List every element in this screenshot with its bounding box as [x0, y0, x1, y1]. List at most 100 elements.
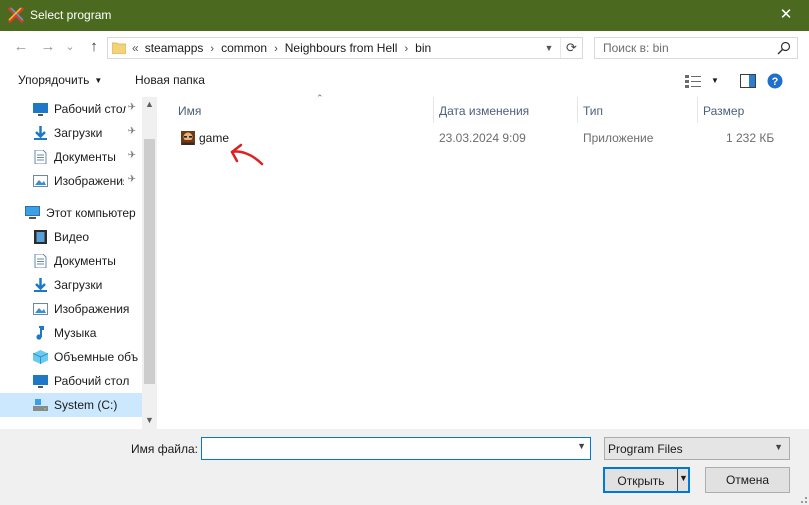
- sidebar-item-label: Загрузки: [54, 126, 103, 140]
- sidebar-item-desktop-pinned[interactable]: Рабочий стол ✈: [0, 97, 142, 121]
- chevron-down-icon: ⌄: [65, 41, 75, 53]
- title-bar: Select program ✕: [0, 0, 809, 31]
- sidebar-item-documents[interactable]: Документы: [0, 249, 142, 273]
- recent-locations-button[interactable]: ⌄: [64, 37, 76, 57]
- chevron-down-icon: ▼: [774, 442, 783, 452]
- sidebar-item-label: Документы: [54, 150, 116, 164]
- column-header-name[interactable]: Имя ⌃: [178, 93, 433, 123]
- view-dropdown-icon[interactable]: ▼: [711, 76, 719, 85]
- column-header-label: Размер: [703, 104, 745, 118]
- open-options-dropdown-icon[interactable]: ▼: [679, 473, 688, 483]
- breadcrumb-overflow[interactable]: «: [132, 41, 139, 55]
- breadcrumb-common[interactable]: common: [221, 41, 267, 55]
- sidebar-item-music[interactable]: Музыка: [0, 321, 142, 345]
- command-bar: Упорядочить ▼ Новая папка ▼ ?: [0, 64, 809, 97]
- column-header-modified[interactable]: Дата изменения: [433, 97, 577, 123]
- view-options-icon[interactable]: [685, 74, 701, 88]
- forward-button[interactable]: →: [38, 37, 58, 57]
- file-modified: 23.03.2024 9:09: [439, 131, 526, 145]
- sidebar-item-label: Объемные объ: [54, 350, 139, 364]
- help-icon[interactable]: ?: [767, 73, 783, 89]
- sidebar-scrollbar[interactable]: ▲ ▼: [142, 97, 157, 429]
- search-input[interactable]: [603, 41, 773, 55]
- sidebar-item-label: Изображения: [54, 174, 124, 188]
- file-type-filter-value: Program Files: [608, 442, 683, 456]
- sort-ascending-icon: ⌃: [316, 93, 324, 103]
- breadcrumb: « steamapps › common › Neighbours from Hell › b…: [132, 41, 431, 55]
- sidebar-item-video[interactable]: Видео: [0, 225, 142, 249]
- sidebar-item-label: Изображения: [54, 302, 130, 316]
- 3d-objects-icon: [33, 350, 48, 364]
- column-header-type[interactable]: Тип: [577, 97, 697, 123]
- sidebar-item-desktop[interactable]: Рабочий стол: [0, 369, 142, 393]
- sidebar-item-label: Рабочий стол: [54, 374, 130, 388]
- sidebar-item-system-drive[interactable]: System (C:): [0, 393, 142, 417]
- sidebar-item-label: Музыка: [54, 326, 97, 340]
- sidebar-item-3d-objects[interactable]: Объемные объ: [0, 345, 142, 369]
- preview-pane-icon[interactable]: [740, 74, 756, 88]
- navigation-pane: Рабочий стол ✈ Загрузки ✈ Документы ✈ Из…: [0, 97, 157, 429]
- sidebar-item-pictures-pinned[interactable]: Изображения ✈: [0, 169, 142, 193]
- desktop-icon: [33, 103, 48, 116]
- sidebar-item-label: Этот компьютер: [46, 206, 136, 220]
- scrollbar-thumb[interactable]: [144, 139, 155, 384]
- arrow-up-icon: ↑: [90, 38, 98, 55]
- close-button[interactable]: ✕: [763, 0, 809, 31]
- column-header-size[interactable]: Размер: [697, 97, 797, 123]
- window-title: Select program: [30, 8, 112, 22]
- file-type: Приложение: [583, 131, 654, 145]
- filename-label: Имя файла:: [131, 442, 198, 456]
- sidebar-item-label: System (C:): [54, 398, 118, 412]
- new-folder-label: Новая папка: [135, 73, 205, 87]
- filename-combobox[interactable]: ▼: [201, 437, 591, 460]
- chevron-down-icon: ▼: [544, 43, 554, 53]
- search-box[interactable]: [594, 37, 798, 59]
- video-icon: [34, 230, 47, 244]
- address-dropdown-button[interactable]: ▼: [542, 40, 556, 56]
- column-header-label: Имя: [178, 104, 202, 118]
- sidebar-item-documents-pinned[interactable]: Документы ✈: [0, 145, 142, 169]
- breadcrumb-separator-icon: ›: [404, 43, 409, 55]
- new-folder-button[interactable]: Новая папка: [135, 73, 205, 87]
- breadcrumb-steamapps[interactable]: steamapps: [145, 41, 204, 55]
- caret-down-icon: ▼: [94, 76, 103, 85]
- game-exe-icon: [181, 131, 195, 145]
- documents-icon: [34, 254, 47, 268]
- app-icon: [8, 7, 24, 23]
- chevron-down-icon[interactable]: ▼: [577, 441, 586, 451]
- drive-icon: [33, 399, 48, 411]
- file-name: game: [199, 131, 230, 145]
- file-type-filter[interactable]: Program Files ▼: [604, 437, 790, 460]
- open-button[interactable]: Открыть ▼: [603, 467, 690, 493]
- sidebar-item-label: Видео: [54, 230, 90, 244]
- refresh-button[interactable]: ⟳: [560, 38, 582, 58]
- svg-text:?: ?: [772, 76, 779, 88]
- breadcrumb-neighbours-from-hell[interactable]: Neighbours from Hell: [285, 41, 398, 55]
- cancel-button[interactable]: Отмена: [705, 467, 790, 493]
- address-bar[interactable]: « steamapps › common › Neighbours from Hell › b…: [107, 37, 583, 59]
- scroll-up-icon[interactable]: ▲: [142, 99, 157, 109]
- pin-icon: ✈: [127, 174, 136, 185]
- sidebar-item-label: Документы: [54, 254, 116, 268]
- scroll-down-icon[interactable]: ▼: [142, 415, 157, 425]
- annotation-arrow-icon: [230, 143, 264, 166]
- sidebar-item-this-pc[interactable]: Этот компьютер: [0, 201, 142, 225]
- breadcrumb-separator-icon: ›: [274, 43, 278, 55]
- resize-grip-icon[interactable]: [797, 493, 807, 503]
- arrow-right-icon: →: [40, 38, 56, 55]
- documents-icon: [34, 150, 47, 164]
- cancel-button-label: Отмена: [725, 473, 770, 487]
- organize-button[interactable]: Упорядочить ▼: [18, 73, 102, 87]
- desktop-icon: [33, 375, 48, 388]
- column-header-label: Дата изменения: [439, 104, 530, 118]
- bottom-panel: Имя файла: ▼ Program Files ▼ Открыть ▼ О…: [0, 429, 809, 505]
- sidebar-item-label: Загрузки: [54, 278, 103, 292]
- breadcrumb-bin[interactable]: bin: [415, 41, 431, 55]
- up-button[interactable]: ↑: [84, 37, 104, 57]
- filename-input[interactable]: [206, 441, 566, 455]
- back-button[interactable]: ←: [11, 37, 31, 57]
- sidebar-item-downloads[interactable]: Загрузки: [0, 273, 142, 297]
- sidebar-item-label: Рабочий стол: [54, 102, 126, 116]
- sidebar-item-pictures[interactable]: Изображения: [0, 297, 142, 321]
- sidebar-item-downloads-pinned[interactable]: Загрузки ✈: [0, 121, 142, 145]
